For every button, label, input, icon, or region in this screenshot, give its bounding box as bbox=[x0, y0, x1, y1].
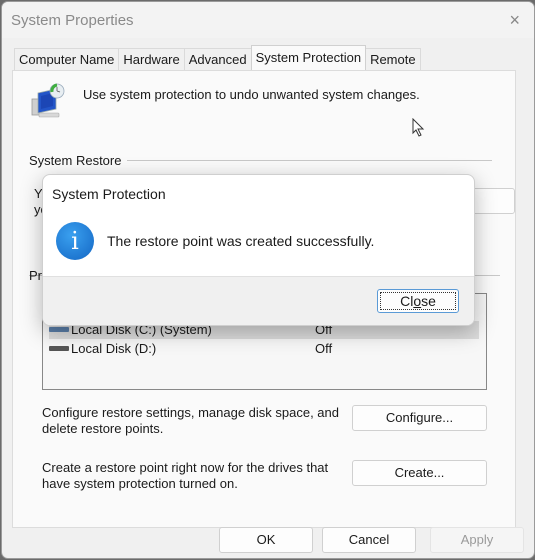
title-bar: System Properties × bbox=[2, 2, 534, 38]
tab-hardware[interactable]: Hardware bbox=[118, 48, 185, 70]
drive-name: Local Disk (D:) bbox=[71, 341, 157, 356]
system-restore-label: System Restore bbox=[29, 153, 128, 168]
list-item[interactable]: Local Disk (D:) Off bbox=[49, 340, 479, 358]
apply-button[interactable]: Apply bbox=[430, 527, 524, 553]
close-icon[interactable]: × bbox=[509, 10, 520, 31]
system-drive-icon bbox=[49, 327, 69, 332]
close-label-pre: Cl bbox=[400, 293, 414, 309]
intro-text: Use system protection to undo unwanted s… bbox=[83, 87, 420, 102]
mouse-cursor-icon bbox=[412, 118, 425, 137]
create-description: Create a restore point right now for the… bbox=[42, 460, 329, 491]
tab-remote[interactable]: Remote bbox=[365, 48, 421, 70]
tab-system-protection[interactable]: System Protection bbox=[250, 45, 367, 70]
info-icon: i bbox=[56, 222, 94, 260]
dialog-footer: Close bbox=[43, 276, 474, 325]
tab-computer-name[interactable]: Computer Name bbox=[14, 48, 120, 70]
drive-icon bbox=[49, 346, 69, 351]
cancel-button[interactable]: Cancel bbox=[322, 527, 416, 553]
configure-description: Configure restore settings, manage disk … bbox=[42, 405, 340, 436]
tab-advanced[interactable]: Advanced bbox=[183, 48, 252, 70]
close-button[interactable]: Close bbox=[377, 289, 459, 313]
ok-button[interactable]: OK bbox=[219, 527, 313, 553]
restore-point-created-dialog: System Protection i The restore point wa… bbox=[42, 174, 475, 326]
drive-protection-status: Off bbox=[315, 341, 333, 356]
dialog-message: The restore point was created successful… bbox=[107, 233, 375, 249]
system-protection-icon bbox=[31, 83, 65, 118]
tab-strip: Computer Name Hardware Advanced System P… bbox=[14, 45, 421, 70]
create-button[interactable]: Create... bbox=[352, 460, 487, 486]
configure-button[interactable]: Configure... bbox=[352, 405, 487, 431]
close-label-post: se bbox=[421, 293, 436, 309]
close-label-accelerator: o bbox=[413, 293, 422, 309]
dialog-title: System Protection bbox=[52, 186, 166, 202]
window-title: System Properties bbox=[11, 12, 134, 29]
